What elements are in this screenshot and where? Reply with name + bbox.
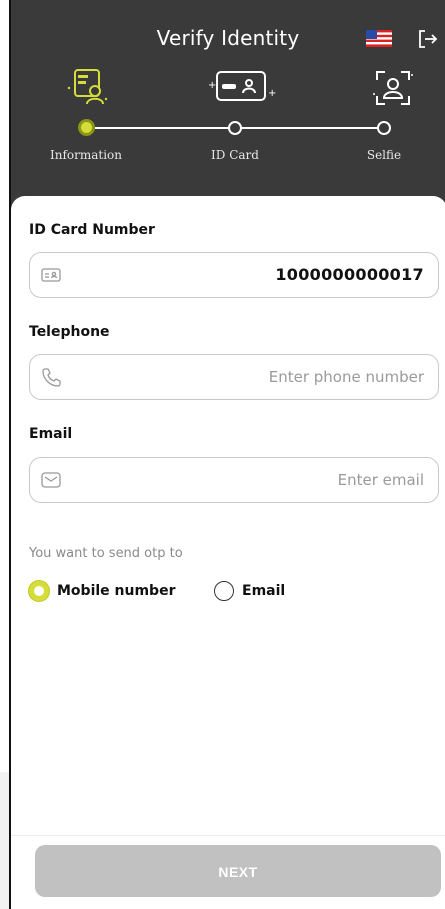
footer-divider <box>11 835 445 836</box>
telephone-label: Telephone <box>29 324 110 340</box>
header: Verify Identity + + Information ID Card … <box>11 0 445 196</box>
otp-question: You want to send otp to <box>29 546 183 561</box>
id-card-step-icon: + + <box>208 71 276 101</box>
us-flag-icon[interactable] <box>366 30 392 47</box>
step-dot-selfie <box>377 121 391 135</box>
app-frame: Verify Identity + + Information ID Card … <box>9 0 445 909</box>
otp-option-email-label: Email <box>242 583 286 599</box>
otp-option-mobile-label: Mobile number <box>57 583 176 599</box>
telephone-field[interactable]: Enter phone number <box>29 354 439 400</box>
next-button[interactable]: NEXT <box>35 845 441 897</box>
information-step-icon <box>67 69 108 105</box>
svg-text:+: + <box>268 88 276 99</box>
phone-icon <box>42 368 61 387</box>
radio-selected-icon <box>29 581 49 601</box>
email-field[interactable]: Enter email <box>29 457 439 503</box>
id-card-value: 1000000000017 <box>275 265 424 284</box>
step-dot-information <box>78 119 95 136</box>
id-card-icon <box>41 268 61 282</box>
step-label-information: Information <box>49 148 123 162</box>
form-panel: ID Card Number 1000000000017 Telephone E… <box>11 196 445 909</box>
id-card-field[interactable]: 1000000000017 <box>29 252 439 298</box>
selfie-step-icon <box>373 71 413 105</box>
telephone-placeholder: Enter phone number <box>268 368 424 386</box>
id-card-label: ID Card Number <box>29 222 155 238</box>
svg-text:+: + <box>208 80 216 91</box>
otp-option-email[interactable]: Email <box>214 581 285 601</box>
logout-icon[interactable] <box>416 28 438 50</box>
radio-unselected-icon <box>214 581 234 601</box>
otp-option-mobile[interactable]: Mobile number <box>29 581 175 601</box>
email-label: Email <box>29 426 73 442</box>
step-label-selfie: Selfie <box>366 148 402 162</box>
mail-icon <box>41 472 61 488</box>
step-label-id-card: ID Card <box>211 148 259 162</box>
email-placeholder: Enter email <box>337 471 424 489</box>
background-edge <box>0 772 9 909</box>
step-dot-id-card <box>228 121 242 135</box>
